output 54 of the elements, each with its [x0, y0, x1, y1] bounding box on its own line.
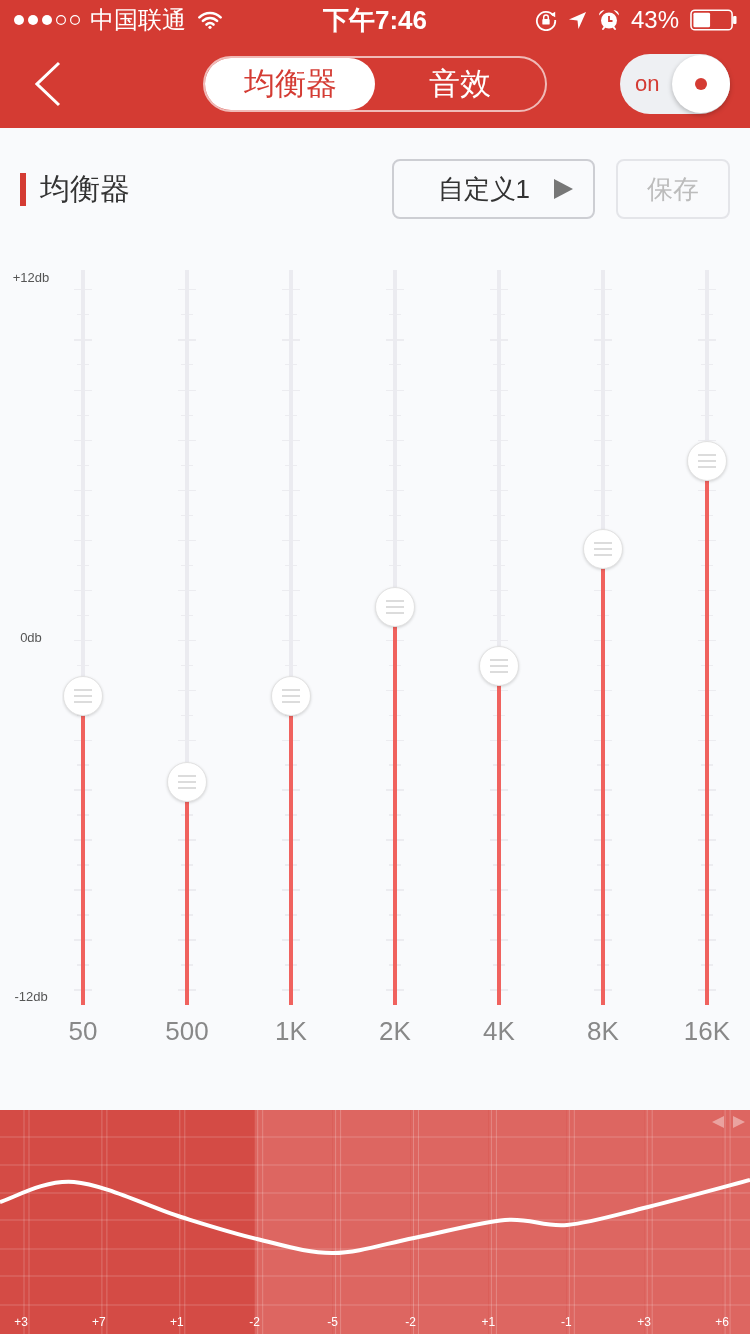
slider-thumb[interactable]: [271, 675, 311, 716]
grip-icon: [490, 659, 508, 674]
on-off-switch[interactable]: on: [620, 54, 730, 114]
frequency-label: 50: [68, 1015, 98, 1048]
frequency-label: 2K: [379, 1015, 411, 1048]
accent-bar-icon: [20, 172, 26, 206]
gain-label: -2: [249, 1315, 261, 1329]
grip-icon: [74, 688, 92, 703]
grip-icon: [178, 774, 196, 789]
gain-label: +7: [92, 1315, 106, 1329]
alarm-clock-icon: [597, 9, 620, 31]
slider-thumb[interactable]: [63, 675, 103, 716]
grip-icon: [282, 688, 300, 703]
grip-icon: [386, 600, 404, 615]
battery-percent: 43%: [630, 5, 679, 35]
clock-time: 下午7:46: [322, 5, 427, 35]
back-icon[interactable]: [35, 61, 61, 107]
grip-icon: [594, 542, 612, 557]
gain-label: +3: [637, 1315, 652, 1329]
frequency-label: 8K: [587, 1015, 619, 1048]
gain-label: -1: [560, 1315, 572, 1329]
gain-label: -5: [327, 1315, 338, 1329]
gain-label: +6: [715, 1315, 729, 1329]
battery-icon: [690, 9, 737, 31]
tab[interactable]: 均衡器: [205, 58, 375, 110]
slider-thumb[interactable]: [583, 529, 623, 570]
grip-icon: [698, 454, 716, 469]
frequency-label: 16K: [683, 1015, 731, 1048]
frequency-label: 500: [165, 1015, 209, 1048]
carrier-name: 中国联通: [90, 5, 186, 35]
gain-label: +3: [14, 1315, 28, 1329]
section-title: 均衡器: [40, 170, 130, 207]
frequency-label: 4K: [483, 1015, 515, 1048]
axis-label: 0db: [20, 629, 42, 646]
wifi-icon: [198, 11, 222, 29]
gain-label: +1: [481, 1315, 496, 1329]
location-arrow-icon: [567, 10, 587, 30]
gain-label: -2: [405, 1315, 416, 1329]
slider-thumb[interactable]: [375, 587, 415, 628]
frequency-label: 1K: [275, 1015, 307, 1048]
slider-thumb[interactable]: [687, 441, 727, 482]
dot-icon: [695, 78, 707, 90]
slider-thumb[interactable]: [167, 761, 207, 802]
slider-thumb[interactable]: [479, 646, 519, 687]
signal-icon: [13, 14, 81, 26]
gain-label: +1: [169, 1315, 184, 1329]
rotation-lock-icon: [534, 9, 557, 31]
axis-label: -12db: [14, 989, 48, 1005]
axis-label: +12db: [12, 270, 50, 286]
caret-right-icon: [554, 179, 573, 199]
arrow-left-icon[interactable]: [712, 1116, 724, 1128]
arrow-right-icon[interactable]: [733, 1116, 745, 1128]
tab[interactable]: 音效: [375, 58, 545, 110]
preset-dropdown[interactable]: 自定义1: [392, 159, 595, 219]
